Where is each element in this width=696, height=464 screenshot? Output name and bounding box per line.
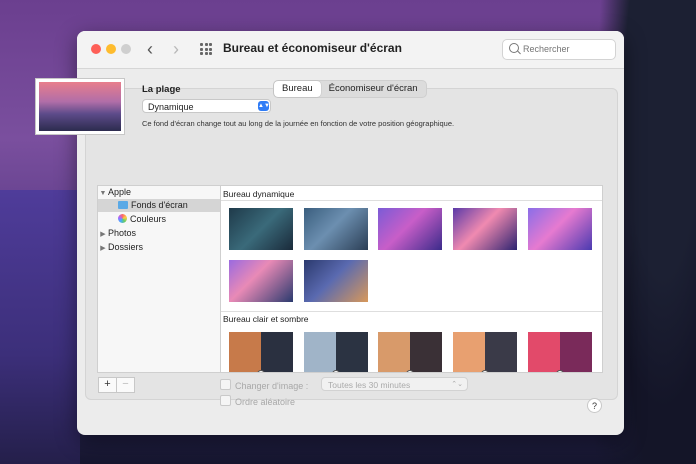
- remove-button[interactable]: −: [117, 377, 135, 393]
- add-remove-controls: + −: [98, 377, 135, 393]
- mode-popup[interactable]: Dynamique ▲▼: [142, 99, 271, 113]
- section-divider: [221, 200, 602, 201]
- back-chevron-icon[interactable]: ‹: [147, 39, 153, 59]
- wallpaper-thumb[interactable]: [304, 332, 368, 372]
- random-order-option[interactable]: Ordre aléatoire: [220, 395, 295, 407]
- wallpaper-thumb[interactable]: [528, 332, 592, 372]
- wallpaper-thumb[interactable]: [304, 260, 368, 302]
- zoom-button[interactable]: [121, 44, 131, 54]
- title-bar: ‹ › Bureau et économiseur d'écran: [77, 31, 624, 69]
- show-all-grid-icon[interactable]: [200, 43, 212, 55]
- forward-chevron-icon[interactable]: ›: [173, 39, 179, 59]
- sidebar-item-apple[interactable]: ▼ Apple: [98, 186, 220, 199]
- section-title-light-dark: Bureau clair et sombre: [223, 314, 309, 324]
- tab-bar: Bureau Économiseur d'écran: [273, 80, 427, 98]
- source-sidebar: ▼ Apple Fonds d'écran Couleurs ▶ Photos ▶ D…: [97, 185, 221, 373]
- wallpaper-thumb[interactable]: [378, 208, 442, 250]
- sidebar-item-dossiers[interactable]: ▶ Dossiers: [98, 241, 220, 254]
- light-dark-icon: [556, 370, 564, 372]
- wallpaper-gallery: Bureau dynamique Bureau clair et sombre: [220, 185, 603, 373]
- window-title: Bureau et économiseur d'écran: [223, 41, 402, 55]
- wallpaper-thumb[interactable]: [453, 208, 517, 250]
- wallpaper-description: Ce fond d'écran change tout au long de l…: [142, 119, 455, 128]
- interval-popup[interactable]: Toutes les 30 minutes ⌃⌄: [321, 377, 468, 391]
- sidebar-item-couleurs[interactable]: Couleurs: [98, 213, 220, 226]
- wallpaper-name: La plage: [142, 84, 181, 95]
- change-image-option[interactable]: Changer d'image :: [220, 379, 308, 391]
- mode-popup-value: Dynamique: [148, 102, 194, 112]
- wallpaper-thumb[interactable]: [528, 208, 592, 250]
- light-dark-icon: [406, 370, 414, 372]
- light-dark-icon: [481, 370, 489, 372]
- search-field[interactable]: [502, 39, 616, 60]
- wallpaper-thumb[interactable]: [229, 260, 293, 302]
- minimize-button[interactable]: [106, 44, 116, 54]
- add-button[interactable]: +: [98, 377, 117, 393]
- help-button[interactable]: ?: [587, 398, 602, 413]
- wallpaper-thumb[interactable]: [304, 208, 368, 250]
- sidebar-item-photos[interactable]: ▶ Photos: [98, 227, 220, 240]
- wallpaper-thumb[interactable]: [378, 332, 442, 372]
- light-dark-icon: [332, 370, 340, 372]
- light-dark-icon: [257, 370, 265, 372]
- section-title-dynamic: Bureau dynamique: [223, 189, 295, 199]
- disclosure-right-icon[interactable]: ▶: [98, 228, 108, 241]
- wallpaper-thumb[interactable]: [453, 332, 517, 372]
- tab-bureau[interactable]: Bureau: [274, 81, 321, 97]
- popup-arrows-icon: ⌃⌄: [451, 381, 463, 388]
- background-cliff: [0, 190, 80, 464]
- wallpaper-thumb[interactable]: [229, 208, 293, 250]
- palette-icon: [118, 214, 127, 223]
- tab-screensaver[interactable]: Économiseur d'écran: [321, 81, 426, 97]
- change-image-checkbox[interactable]: [220, 379, 231, 390]
- random-order-checkbox[interactable]: [220, 395, 231, 406]
- wallpaper-thumb[interactable]: [229, 332, 293, 372]
- folder-icon: [118, 201, 128, 209]
- wallpaper-preview: [35, 78, 125, 135]
- disclosure-right-icon[interactable]: ▶: [98, 242, 108, 255]
- preview-image: [39, 82, 121, 131]
- interval-value: Toutes les 30 minutes: [328, 380, 411, 390]
- section-divider: [221, 311, 602, 312]
- sidebar-item-fonds-ecran[interactable]: Fonds d'écran: [98, 199, 220, 212]
- popup-arrows-icon: ▲▼: [258, 101, 270, 111]
- close-button[interactable]: [91, 44, 101, 54]
- search-icon: [509, 43, 519, 53]
- search-input[interactable]: [523, 42, 611, 56]
